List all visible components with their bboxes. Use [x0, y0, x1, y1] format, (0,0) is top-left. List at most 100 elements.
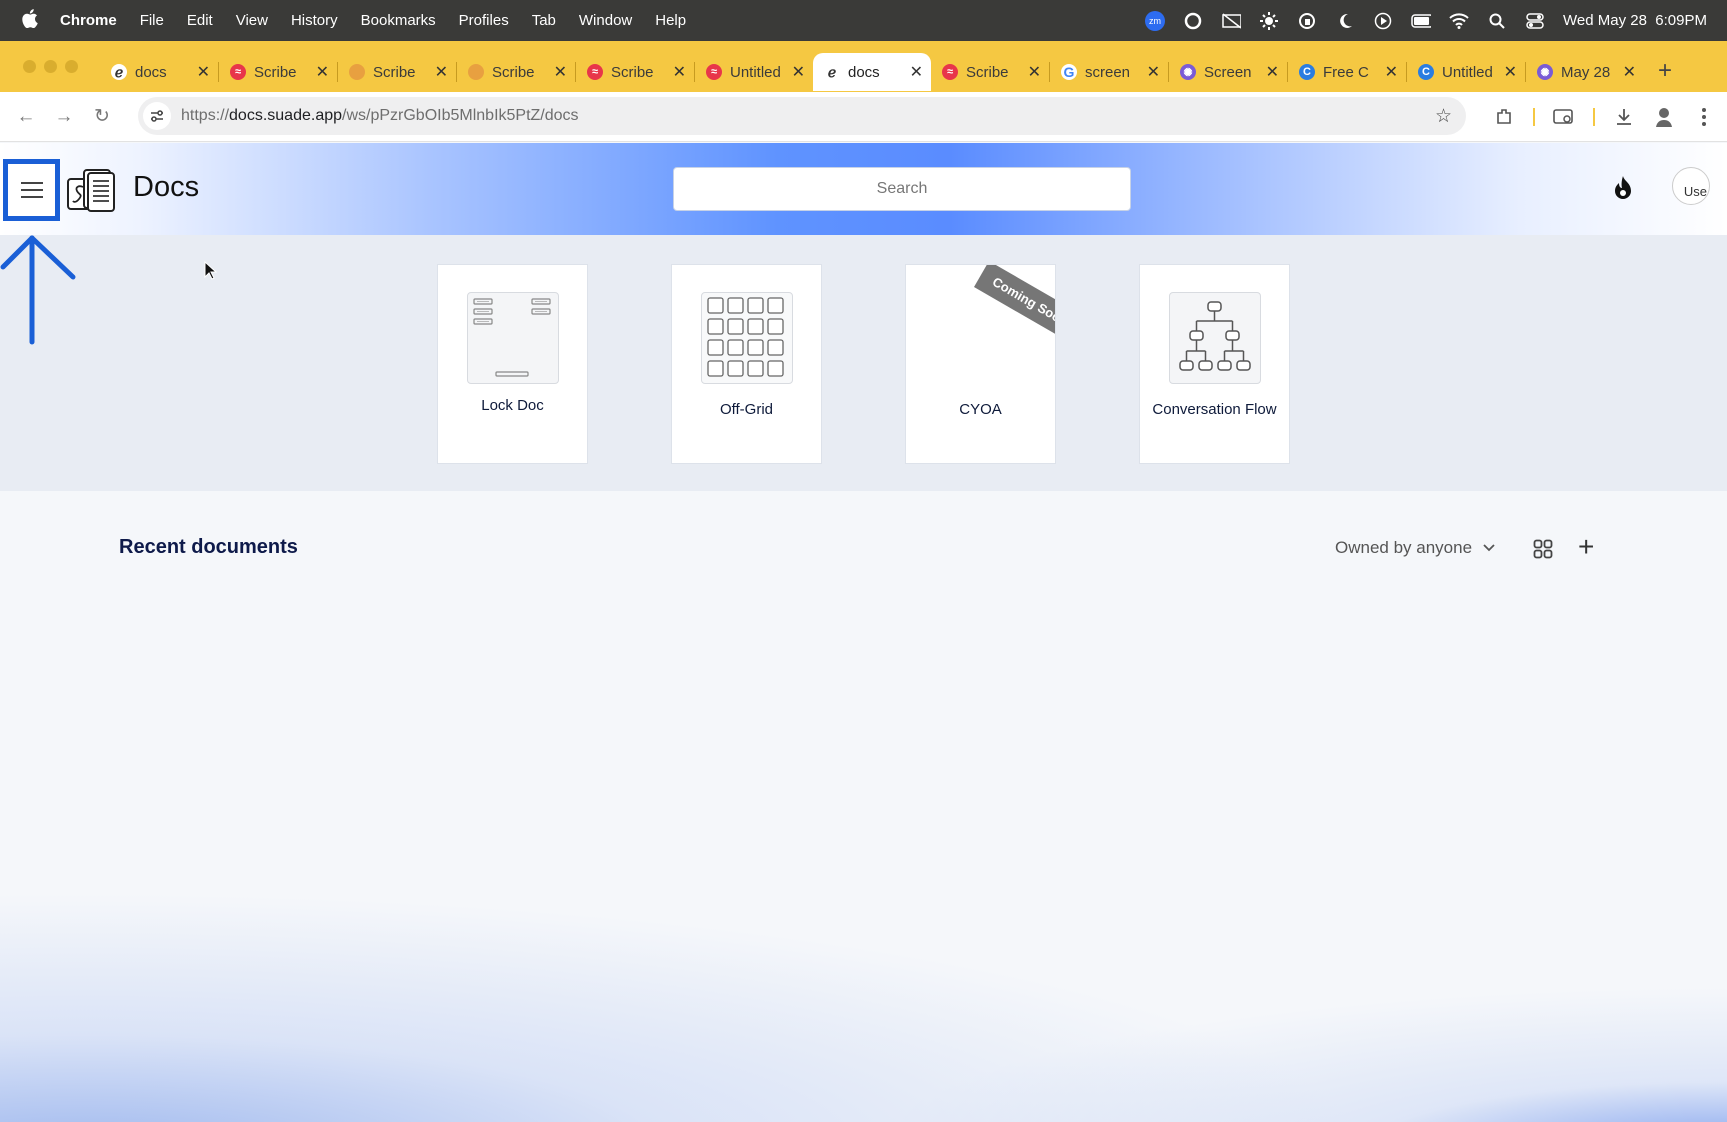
- spotlight-search-icon[interactable]: [1487, 11, 1507, 31]
- menu-app-name[interactable]: Chrome: [60, 12, 117, 29]
- close-tab-icon[interactable]: ✕: [1028, 62, 1041, 82]
- grid-cell: [767, 318, 784, 335]
- grid-cell: [767, 297, 784, 314]
- template-card-conversation-flow[interactable]: Conversation Flow: [1139, 264, 1290, 464]
- bookmark-star-icon[interactable]: ☆: [1435, 105, 1452, 128]
- menu-edit[interactable]: Edit: [187, 12, 213, 29]
- grid-cell: [767, 360, 784, 377]
- grid-cell: [727, 297, 744, 314]
- close-tab-icon[interactable]: ✕: [673, 62, 686, 82]
- browser-tab[interactable]: ≈ Scribe ✕: [931, 53, 1049, 91]
- browser-tab[interactable]: C Untitled ✕: [1407, 53, 1525, 91]
- template-card-lock-doc[interactable]: Lock Doc: [437, 264, 588, 464]
- zoom-icon[interactable]: zm: [1145, 10, 1166, 31]
- chevron-down-icon: [1483, 544, 1495, 552]
- close-tab-icon[interactable]: ✕: [792, 62, 805, 82]
- gear-favicon-icon: ✺: [1537, 64, 1553, 80]
- moon-icon[interactable]: [1335, 11, 1355, 31]
- brightness-icon[interactable]: [1259, 11, 1279, 31]
- owner-filter-label: Owned by anyone: [1335, 538, 1473, 557]
- avatar[interactable]: Use: [1672, 167, 1710, 205]
- browser-tab[interactable]: ✺ May 28 ✕: [1526, 53, 1644, 91]
- forward-icon[interactable]: →: [52, 105, 76, 129]
- browser-tab[interactable]: ℯ docs ✕: [100, 53, 218, 91]
- extensions-icon[interactable]: [1493, 106, 1515, 128]
- battery-icon[interactable]: [1411, 11, 1432, 31]
- browser-tab[interactable]: ≈ Scribe ✕: [576, 53, 694, 91]
- google-favicon-icon: G: [1061, 64, 1077, 80]
- tab-title: May 28: [1561, 63, 1611, 81]
- menu-view[interactable]: View: [236, 12, 268, 29]
- annotation-arrow-icon: [0, 235, 76, 345]
- new-tab-button[interactable]: +: [1658, 57, 1672, 85]
- reload-icon[interactable]: ↻: [90, 105, 114, 129]
- close-tab-icon[interactable]: ✕: [435, 62, 448, 82]
- browser-tab[interactable]: Scribe ✕: [457, 53, 575, 91]
- tab-list: ℯ docs ✕ ≈ Scribe ✕ Scribe ✕ Scribe ✕ ≈ Scribe ✕ ≈ Unt…: [100, 42, 1644, 91]
- docs-favicon-icon: ℯ: [111, 64, 127, 80]
- minimize-window-button[interactable]: [44, 60, 57, 73]
- apple-icon[interactable]: [22, 8, 38, 33]
- template-card-cyoa[interactable]: Coming Soon CYOA: [905, 264, 1056, 464]
- back-icon[interactable]: ←: [14, 105, 38, 129]
- close-tab-icon[interactable]: ✕: [1147, 62, 1160, 82]
- record-icon[interactable]: [1183, 11, 1203, 31]
- search-input[interactable]: Search: [673, 167, 1131, 211]
- hamburger-menu-button[interactable]: [3, 159, 60, 221]
- screen-share-off-icon[interactable]: [1221, 11, 1242, 31]
- wifi-icon[interactable]: [1449, 11, 1469, 31]
- more-menu-icon[interactable]: [1693, 106, 1715, 128]
- tab-title: screen: [1085, 63, 1131, 81]
- close-tab-icon[interactable]: ✕: [554, 62, 567, 82]
- menu-history[interactable]: History: [291, 12, 338, 29]
- browser-tab[interactable]: ≈ Untitled ✕: [695, 53, 813, 91]
- menu-tab[interactable]: Tab: [532, 12, 556, 29]
- gear-favicon-icon: ✺: [1180, 64, 1196, 80]
- browser-tab[interactable]: Gscreen ✕: [1050, 53, 1168, 91]
- menu-window[interactable]: Window: [579, 12, 632, 29]
- control-center-icon[interactable]: [1525, 11, 1545, 31]
- cast-search-icon[interactable]: [1553, 106, 1575, 128]
- browser-tab[interactable]: C Free C ✕: [1288, 53, 1406, 91]
- site-info-icon[interactable]: [143, 102, 171, 130]
- grid-cell: [747, 318, 764, 335]
- docs-logo-icon: [67, 169, 115, 212]
- coming-soon-ribbon: Coming Soon: [974, 265, 1055, 343]
- close-tab-icon[interactable]: ✕: [316, 62, 329, 82]
- menu-file[interactable]: File: [140, 12, 164, 29]
- menu-profiles[interactable]: Profiles: [459, 12, 509, 29]
- close-tab-icon[interactable]: ✕: [910, 62, 923, 82]
- close-tab-icon[interactable]: ✕: [1623, 62, 1636, 82]
- menu-clock[interactable]: Wed May 28 6:09PM: [1563, 12, 1707, 29]
- browser-tab[interactable]: ✺ Screen ✕: [1169, 53, 1287, 91]
- template-card-off-grid[interactable]: Off-Grid: [671, 264, 822, 464]
- toolbar-icons: [1493, 92, 1715, 142]
- vpn-icon[interactable]: [1297, 11, 1317, 31]
- browser-tab[interactable]: ≈ Scribe ✕: [219, 53, 337, 91]
- tab-title: docs: [848, 63, 880, 81]
- add-document-button[interactable]: +: [1578, 533, 1594, 561]
- browser-tab[interactable]: ℯ docs ✕: [813, 53, 931, 91]
- download-icon[interactable]: [1613, 106, 1635, 128]
- c-favicon-icon: C: [1299, 64, 1315, 80]
- close-tab-icon[interactable]: ✕: [1266, 62, 1279, 82]
- profile-icon[interactable]: [1653, 106, 1675, 128]
- play-icon[interactable]: [1373, 11, 1393, 31]
- close-tab-icon[interactable]: ✕: [197, 62, 210, 82]
- owner-filter-dropdown[interactable]: Owned by anyone: [1335, 538, 1496, 558]
- toolbar-divider: [1533, 108, 1535, 126]
- template-label: Off-Grid: [719, 401, 774, 418]
- close-tab-icon[interactable]: ✕: [1385, 62, 1398, 82]
- c-favicon-icon: C: [1418, 64, 1434, 80]
- address-bar[interactable]: https://docs.suade.app/ws/pPzrGbOIb5Mlnb…: [138, 97, 1466, 135]
- menu-help[interactable]: Help: [655, 12, 686, 29]
- zoom-window-button[interactable]: [65, 60, 78, 73]
- close-window-button[interactable]: [23, 60, 36, 73]
- grid-view-icon[interactable]: [1533, 539, 1553, 559]
- url-text[interactable]: https://docs.suade.app/ws/pPzrGbOIb5Mlnb…: [181, 107, 579, 125]
- macos-menu-bar: Chrome File Edit View History Bookmarks …: [0, 0, 1727, 41]
- browser-tab[interactable]: Scribe ✕: [338, 53, 456, 91]
- menu-bookmarks[interactable]: Bookmarks: [361, 12, 436, 29]
- fire-icon[interactable]: [1611, 175, 1635, 201]
- close-tab-icon[interactable]: ✕: [1504, 62, 1517, 82]
